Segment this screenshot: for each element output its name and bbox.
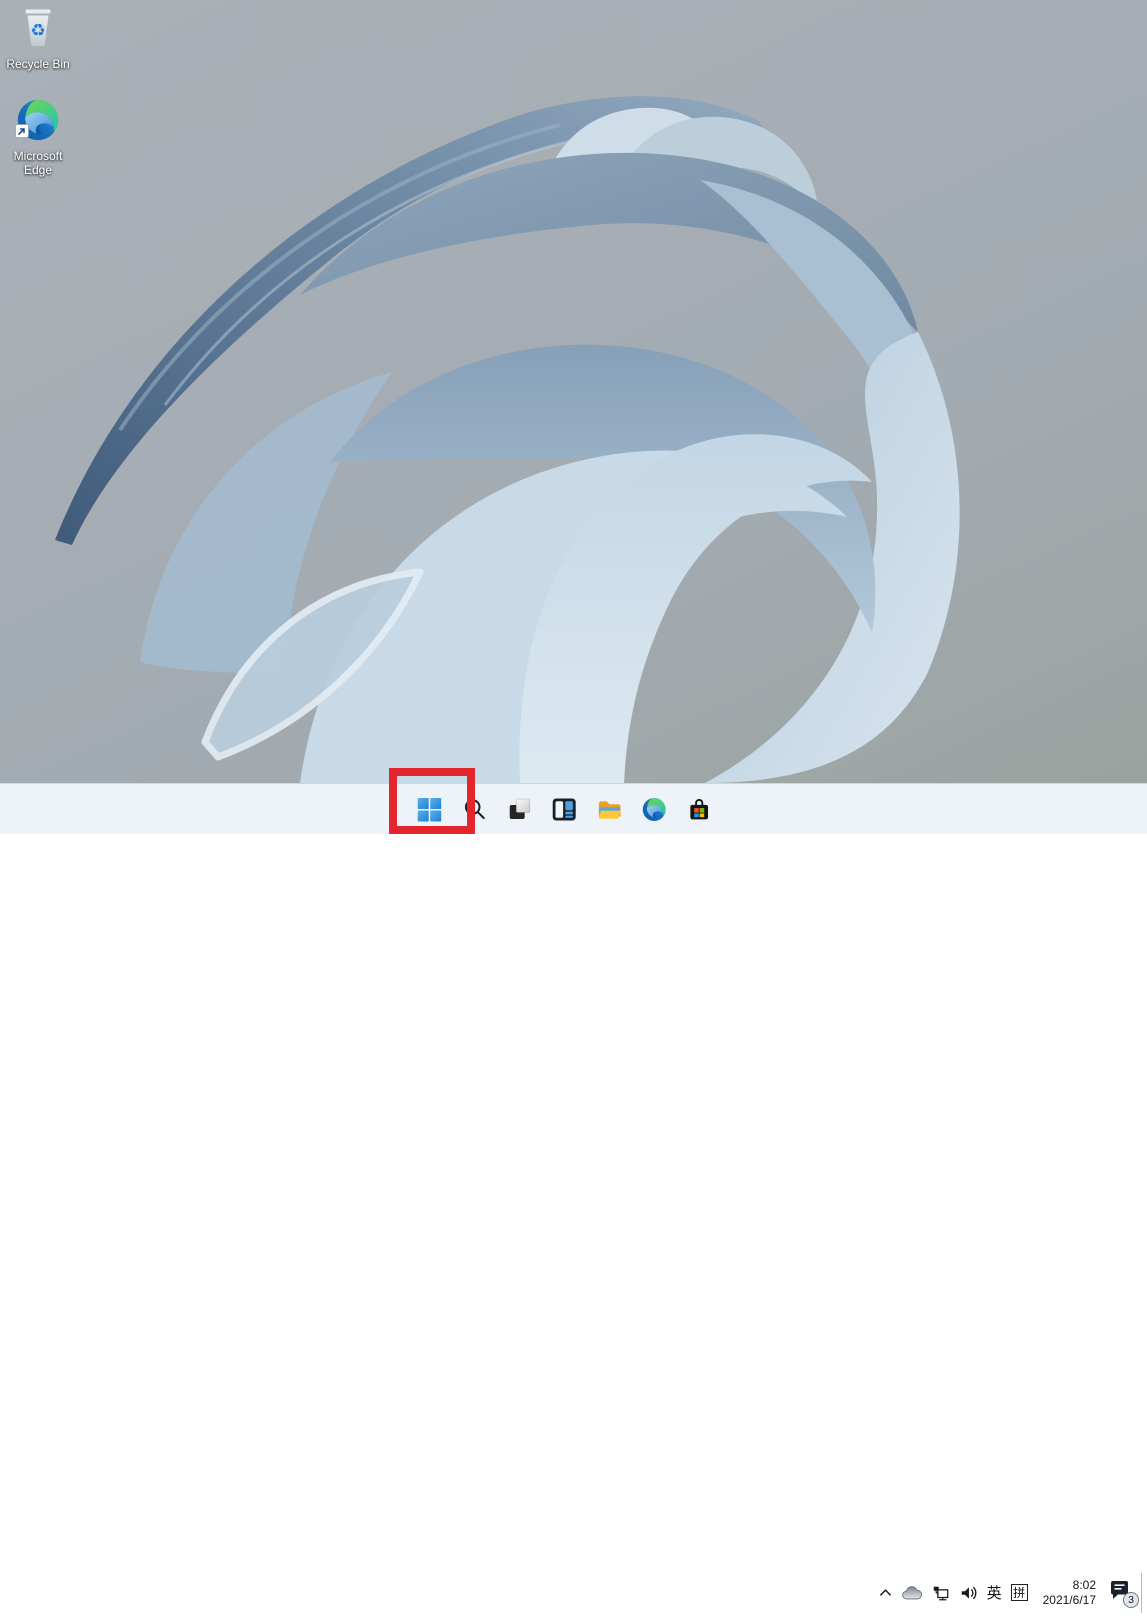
file-explorer-icon	[598, 801, 621, 819]
svg-text:♻: ♻	[30, 21, 45, 41]
desktop-icon-microsoft-edge[interactable]: Microsoft Edge	[0, 98, 76, 177]
desktop-icon-recycle-bin[interactable]: ♻ Recycle Bin	[0, 4, 76, 71]
task-view-button[interactable]	[499, 789, 539, 829]
speaker-icon	[961, 1586, 976, 1599]
clock-date: 2021/6/17	[1042, 1592, 1096, 1607]
network-status[interactable]	[931, 1584, 950, 1602]
windows-logo-icon	[417, 797, 442, 821]
edge-shortcut-label: Microsoft Edge	[13, 149, 63, 177]
widgets-button[interactable]	[544, 789, 584, 829]
file-explorer-button[interactable]	[589, 789, 629, 829]
start-button[interactable]	[409, 789, 449, 829]
microsoft-store-button[interactable]	[679, 789, 719, 829]
edge-browser-button[interactable]	[634, 789, 674, 829]
edge-icon	[642, 797, 666, 821]
widgets-icon	[552, 798, 576, 820]
bloom-wallpaper-art	[55, 96, 960, 783]
system-tray: 英 拼 8:02 2021/6/17 3	[878, 1567, 1139, 1618]
search-icon	[464, 799, 485, 819]
taskbar: 英 拼 8:02 2021/6/17 3	[0, 783, 1147, 1613]
search-button[interactable]	[454, 789, 494, 829]
network-ethernet-icon	[933, 1586, 948, 1600]
recycle-bin-label: Recycle Bin	[6, 57, 70, 71]
notification-badge: 3	[1123, 1591, 1139, 1608]
task-view-icon	[509, 798, 530, 819]
desktop-wallpaper: ♻ Recycle Bin Microsoft Edge	[0, 0, 1147, 834]
microsoft-store-icon	[690, 798, 709, 819]
ime-mode-indicator[interactable]: 拼	[1010, 1584, 1028, 1601]
taskbar-clock[interactable]: 8:02 2021/6/17	[1043, 1578, 1096, 1608]
clock-time: 8:02	[1072, 1577, 1096, 1592]
notification-center-button[interactable]: 3	[1107, 1578, 1139, 1608]
onedrive-status[interactable]	[901, 1585, 922, 1601]
hidden-icons-chevron[interactable]	[878, 1585, 893, 1600]
taskbar-center-group	[409, 784, 719, 834]
volume-control[interactable]	[959, 1584, 978, 1602]
chevron-up-icon	[879, 1589, 891, 1596]
shortcut-arrow-overlay	[15, 124, 29, 143]
show-desktop-button[interactable]	[1141, 1573, 1142, 1613]
recycle-bin-icon: ♻	[17, 4, 59, 55]
edge-icon	[15, 98, 60, 143]
cloud-icon	[901, 1585, 922, 1599]
ime-language-indicator[interactable]: 英	[987, 1582, 1002, 1603]
